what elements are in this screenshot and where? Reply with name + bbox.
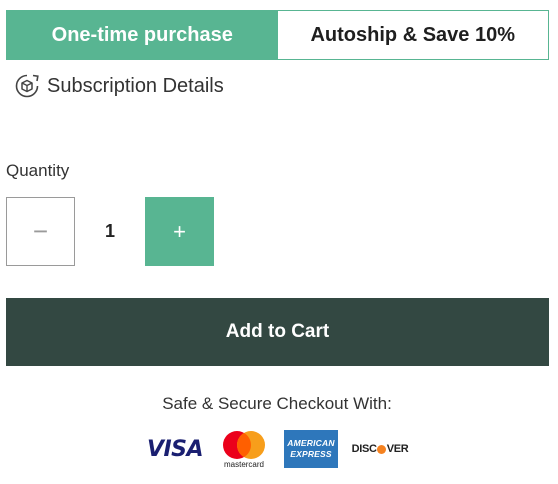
discover-logo: DISC VER bbox=[350, 428, 410, 470]
mastercard-wordmark: mastercard bbox=[223, 459, 264, 469]
amex-wordmark-line2: EXPRESS bbox=[290, 449, 332, 459]
quantity-value[interactable]: 1 bbox=[75, 221, 145, 242]
purchase-type-toggle: One-time purchase Autoship & Save 10% bbox=[6, 10, 549, 60]
subscription-details-label: Subscription Details bbox=[47, 74, 224, 97]
payment-methods: VISA mastercard AMERICAN EXPRESS DISC VE… bbox=[146, 428, 410, 470]
one-time-purchase-option[interactable]: One-time purchase bbox=[7, 11, 278, 59]
subscription-details-link[interactable]: Subscription Details bbox=[14, 70, 224, 102]
autoship-option[interactable]: Autoship & Save 10% bbox=[277, 11, 548, 59]
quantity-stepper: − 1 + bbox=[6, 197, 214, 266]
secure-checkout-text: Safe & Secure Checkout With: bbox=[162, 394, 392, 413]
visa-logo: VISA bbox=[146, 428, 204, 470]
mastercard-logo: mastercard bbox=[218, 428, 270, 470]
decrease-quantity-button[interactable]: − bbox=[6, 197, 75, 266]
subscription-box-icon bbox=[14, 73, 40, 99]
mastercard-circles-icon bbox=[223, 430, 265, 459]
visa-logo-text: VISA bbox=[146, 436, 204, 462]
increase-quantity-button[interactable]: + bbox=[145, 197, 214, 266]
amex-wordmark-line1: AMERICAN bbox=[287, 438, 335, 448]
discover-wordmark-start: DISC bbox=[351, 443, 377, 455]
amex-logo: AMERICAN EXPRESS bbox=[284, 430, 338, 468]
discover-wordmark-end: VER bbox=[386, 443, 409, 455]
discover-orange-dot-icon bbox=[377, 444, 387, 454]
quantity-label: Quantity bbox=[6, 161, 70, 180]
add-to-cart-button[interactable]: Add to Cart bbox=[6, 298, 549, 366]
